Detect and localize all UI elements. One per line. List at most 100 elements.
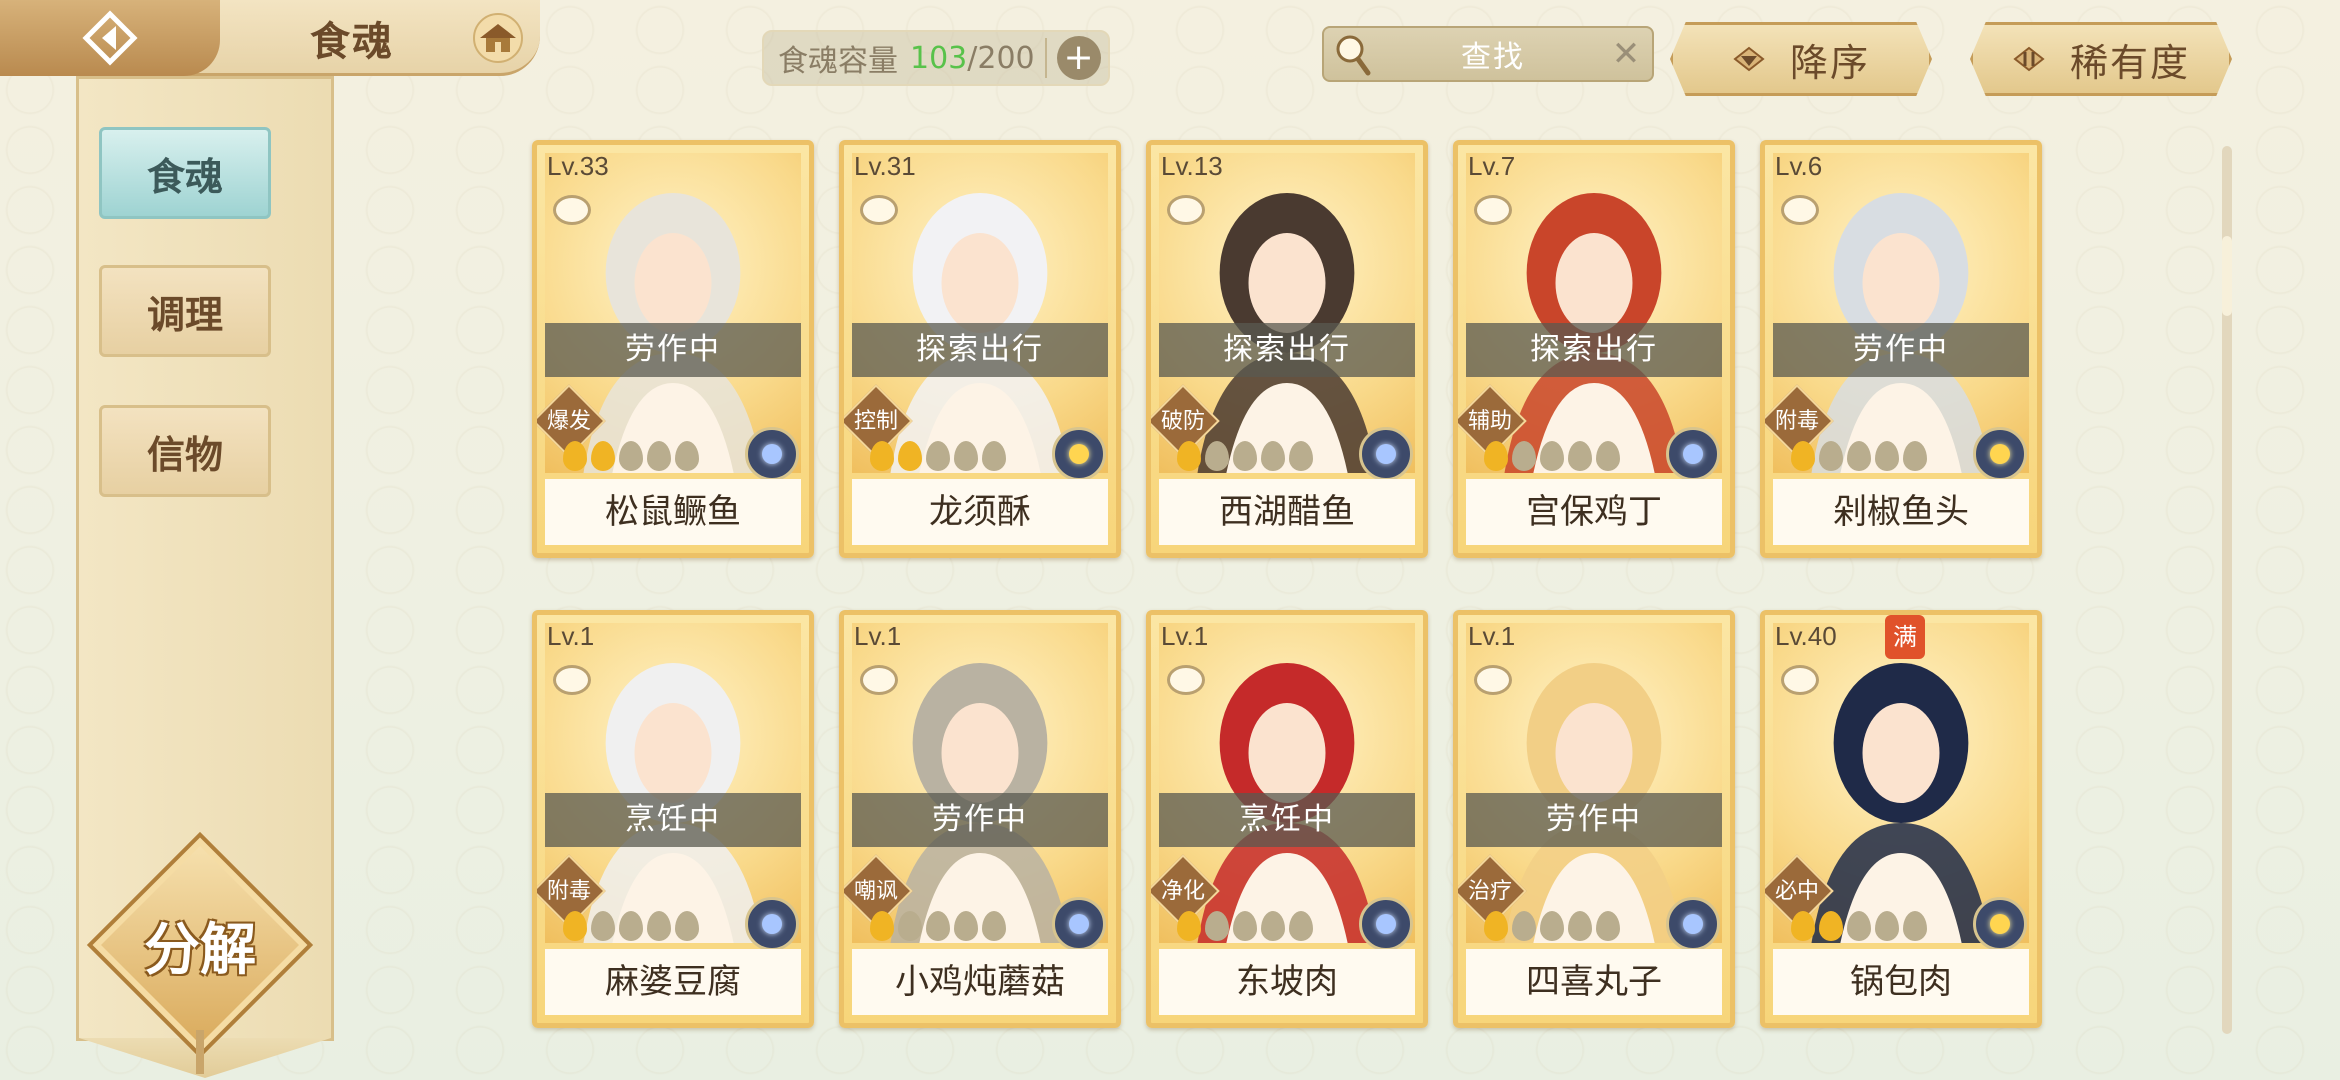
card-role: 爆发: [546, 409, 591, 434]
flame-star-icon: [954, 911, 978, 941]
food-soul-card[interactable]: Lv.33 劳作中 爆发 松鼠鳜鱼: [532, 140, 814, 558]
flame-star-icon: [591, 911, 615, 941]
card-role: 附毒: [546, 879, 591, 904]
food-soul-card[interactable]: 满 Lv.40 必中 锅包肉: [1760, 610, 2042, 1028]
bowl-icon: [1167, 195, 1205, 225]
food-soul-card[interactable]: Lv.13 探索出行 破防 西湖醋鱼: [1146, 140, 1428, 558]
flame-star-icon: [1484, 911, 1508, 941]
card-name: 龙须酥: [852, 479, 1108, 545]
card-role: 附毒: [1774, 409, 1819, 434]
food-soul-card[interactable]: Lv.1 劳作中 嘲讽 小鸡炖蘑菇: [839, 610, 1121, 1028]
flame-star-icon: [1512, 911, 1536, 941]
card-name: 东坡肉: [1159, 949, 1415, 1015]
card-name: 西湖醋鱼: [1159, 479, 1415, 545]
card-status: 劳作中: [1773, 323, 2029, 377]
flame-star-icon: [1484, 441, 1508, 471]
element-orb-icon: [745, 897, 799, 951]
back-button[interactable]: [0, 0, 220, 76]
flame-star-icon: [1819, 911, 1843, 941]
clear-search-button[interactable]: ✕: [1606, 34, 1646, 74]
flame-star-icon: [647, 911, 671, 941]
element-orb-icon: [1973, 427, 2027, 481]
flame-star-icon: [1791, 911, 1815, 941]
sort-key-button[interactable]: 稀有度: [1970, 22, 2232, 96]
flame-star-icon: [563, 441, 587, 471]
card-level: Lv.1: [1468, 621, 1516, 651]
flame-star-icon: [926, 911, 950, 941]
sidebar-item-keepsakes[interactable]: 信物: [99, 405, 271, 497]
bowl-icon: [860, 195, 898, 225]
flame-star-icon: [1177, 441, 1201, 471]
capacity-total: /200: [967, 40, 1035, 76]
sort-order-button[interactable]: 降序: [1670, 22, 1932, 96]
sidebar-item-label: 食魂: [146, 154, 223, 199]
flame-star-icon: [1205, 911, 1229, 941]
scrollbar[interactable]: [2222, 146, 2232, 1034]
card-level: Lv.33: [547, 151, 609, 181]
food-soul-card[interactable]: Lv.1 烹饪中 净化 东坡肉: [1146, 610, 1428, 1028]
flame-star-icon: [1233, 911, 1257, 941]
flame-star-icon: [1568, 441, 1592, 471]
bowl-icon: [1781, 665, 1819, 695]
card-level: Lv.1: [854, 621, 902, 651]
flame-star-icon: [1261, 441, 1285, 471]
flame-star-icon: [647, 441, 671, 471]
flame-star-icon: [619, 911, 643, 941]
card-level: Lv.6: [1775, 151, 1823, 181]
search-input[interactable]: 查找 ✕: [1322, 26, 1654, 82]
star-rating: [1791, 441, 1927, 471]
capacity-current: 103: [910, 40, 968, 76]
flame-star-icon: [1596, 441, 1620, 471]
flame-star-icon: [1875, 911, 1899, 941]
flame-star-icon: [675, 911, 699, 941]
flame-star-icon: [1903, 441, 1927, 471]
food-soul-card[interactable]: Lv.1 烹饪中 附毒 麻婆豆腐: [532, 610, 814, 1028]
flame-star-icon: [1903, 911, 1927, 941]
element-orb-icon: [1666, 897, 1720, 951]
card-role: 治疗: [1467, 879, 1512, 904]
card-role: 必中: [1774, 879, 1819, 904]
bowl-icon: [1167, 665, 1205, 695]
expand-capacity-button[interactable]: +: [1056, 36, 1101, 80]
card-status: 劳作中: [852, 793, 1108, 847]
element-orb-icon: [745, 427, 799, 481]
food-soul-card[interactable]: Lv.7 探索出行 辅助 宫保鸡丁: [1453, 140, 1735, 558]
sort-order-label: 降序: [1789, 40, 1870, 85]
food-soul-card[interactable]: Lv.31 探索出行 控制 龙须酥: [839, 140, 1121, 558]
bowl-icon: [1474, 665, 1512, 695]
card-name: 麻婆豆腐: [545, 949, 801, 1015]
card-name: 小鸡炖蘑菇: [852, 949, 1108, 1015]
sidebar-item-food-souls[interactable]: 食魂: [99, 127, 271, 219]
star-rating: [870, 441, 1006, 471]
flame-star-icon: [1791, 441, 1815, 471]
element-orb-icon: [1359, 897, 1413, 951]
flame-star-icon: [1205, 441, 1229, 471]
sidebar-item-conditioning[interactable]: 调理: [99, 265, 271, 357]
flame-star-icon: [926, 441, 950, 471]
card-status: 烹饪中: [1159, 793, 1415, 847]
card-name: 宫保鸡丁: [1466, 479, 1722, 545]
flame-star-icon: [1289, 911, 1313, 941]
food-soul-card[interactable]: Lv.6 劳作中附毒剁椒鱼头: [1760, 140, 2042, 558]
flame-star-icon: [1261, 911, 1285, 941]
card-level: Lv.40: [1775, 621, 1837, 651]
element-orb-icon: [1359, 427, 1413, 481]
flame-star-icon: [1512, 441, 1536, 471]
max-level-badge: 满: [1885, 615, 1925, 659]
scroll-thumb[interactable]: [2222, 236, 2232, 316]
card-level: Lv.1: [1161, 621, 1209, 651]
card-name: 剁椒鱼头: [1773, 479, 2029, 545]
food-soul-card[interactable]: Lv.1 劳作中治疗四喜丸子: [1453, 610, 1735, 1028]
card-name: 四喜丸子: [1466, 949, 1722, 1015]
flame-star-icon: [1233, 441, 1257, 471]
star-rating: [1484, 441, 1620, 471]
flame-star-icon: [619, 441, 643, 471]
bowl-icon: [1474, 195, 1512, 225]
flame-star-icon: [1540, 441, 1564, 471]
house-icon[interactable]: [470, 12, 526, 64]
card-status: 劳作中: [1466, 793, 1722, 847]
card-status: 探索出行: [852, 323, 1108, 377]
card-role: 辅助: [1467, 409, 1512, 434]
element-orb-icon: [1973, 897, 2027, 951]
decompose-label[interactable]: 分解: [120, 905, 280, 985]
